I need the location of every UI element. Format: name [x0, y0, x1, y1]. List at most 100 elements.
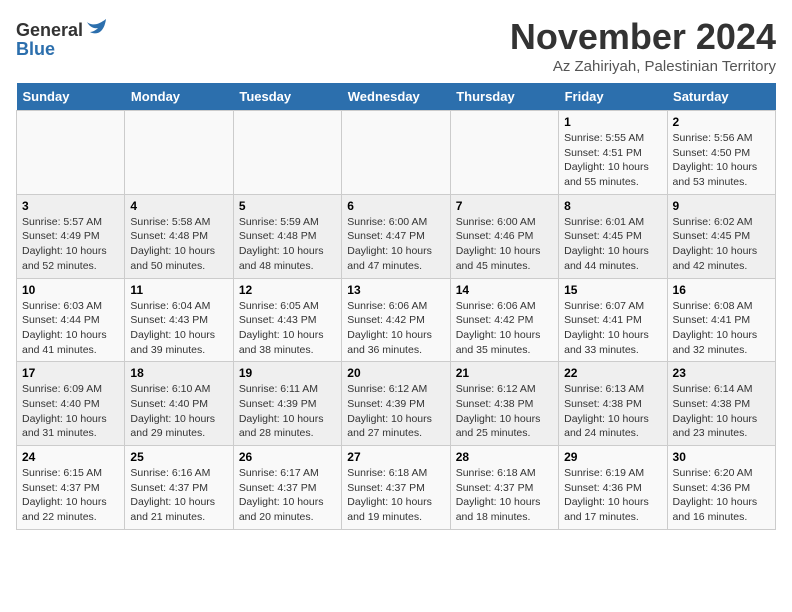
- cell-w5-d6: 29 Sunrise: 6:19 AM Sunset: 4:36 PM Dayli…: [559, 446, 667, 530]
- week-row-2: 3Sunrise: 5:57 AM Sunset: 4:49 PM Daylig…: [17, 194, 776, 278]
- cell-w3-d2: 11 Sunrise: 6:04 AM Sunset: 4:43 PM Dayli…: [125, 278, 233, 362]
- day-number: 29: [564, 450, 661, 464]
- day-info: Sunrise: 6:03 AM Sunset: 4:44 PM Dayligh…: [22, 300, 107, 356]
- day-info: Sunrise: 5:58 AM Sunset: 4:48 PM Dayligh…: [130, 216, 215, 272]
- cell-w1-d4: [342, 111, 450, 195]
- header-thursday: Thursday: [450, 83, 558, 111]
- day-info: Sunrise: 6:15 AM Sunset: 4:37 PM Dayligh…: [22, 467, 107, 523]
- cell-w2-d5: 7 Sunrise: 6:00 AM Sunset: 4:46 PM Daylig…: [450, 194, 558, 278]
- cell-w4-d3: 19Sunrise: 6:11 AM Sunset: 4:39 PM Dayli…: [233, 362, 341, 446]
- day-number: 26: [239, 450, 336, 464]
- header-sunday: Sunday: [17, 83, 125, 111]
- day-info: Sunrise: 6:01 AM Sunset: 4:45 PM Dayligh…: [564, 216, 649, 272]
- day-number: 23: [673, 366, 770, 380]
- day-info: Sunrise: 6:02 AM Sunset: 4:45 PM Dayligh…: [673, 216, 758, 272]
- week-row-1: 1Sunrise: 5:55 AM Sunset: 4:51 PM Daylig…: [17, 111, 776, 195]
- logo-bird-icon: [85, 16, 109, 45]
- day-number: 20: [347, 366, 444, 380]
- day-info: Sunrise: 6:17 AM Sunset: 4:37 PM Dayligh…: [239, 467, 324, 523]
- day-info: Sunrise: 6:07 AM Sunset: 4:41 PM Dayligh…: [564, 300, 649, 356]
- cell-w4-d7: 23 Sunrise: 6:14 AM Sunset: 4:38 PM Dayli…: [667, 362, 775, 446]
- header-saturday: Saturday: [667, 83, 775, 111]
- day-info: Sunrise: 6:10 AM Sunset: 4:40 PM Dayligh…: [130, 383, 215, 439]
- week-row-4: 17 Sunrise: 6:09 AM Sunset: 4:40 PM Dayli…: [17, 362, 776, 446]
- day-info: Sunrise: 6:16 AM Sunset: 4:37 PM Dayligh…: [130, 467, 215, 523]
- day-number: 4: [130, 199, 227, 213]
- cell-w3-d1: 10 Sunrise: 6:03 AM Sunset: 4:44 PM Dayli…: [17, 278, 125, 362]
- cell-w4-d5: 21 Sunrise: 6:12 AM Sunset: 4:38 PM Dayli…: [450, 362, 558, 446]
- month-title: November 2024: [510, 16, 776, 58]
- day-info: Sunrise: 6:06 AM Sunset: 4:42 PM Dayligh…: [456, 300, 541, 356]
- cell-w2-d3: 5 Sunrise: 5:59 AM Sunset: 4:48 PM Daylig…: [233, 194, 341, 278]
- day-info: Sunrise: 6:08 AM Sunset: 4:41 PM Dayligh…: [673, 300, 758, 356]
- header-friday: Friday: [559, 83, 667, 111]
- day-number: 11: [130, 283, 227, 297]
- day-info: Sunrise: 6:13 AM Sunset: 4:38 PM Dayligh…: [564, 383, 649, 439]
- cell-w1-d2: [125, 111, 233, 195]
- cell-w2-d2: 4 Sunrise: 5:58 AM Sunset: 4:48 PM Daylig…: [125, 194, 233, 278]
- day-number: 15: [564, 283, 661, 297]
- cell-w4-d1: 17 Sunrise: 6:09 AM Sunset: 4:40 PM Dayli…: [17, 362, 125, 446]
- day-info: Sunrise: 6:12 AM Sunset: 4:38 PM Dayligh…: [456, 383, 541, 439]
- day-number: 28: [456, 450, 553, 464]
- day-number: 16: [673, 283, 770, 297]
- cell-w3-d5: 14Sunrise: 6:06 AM Sunset: 4:42 PM Dayli…: [450, 278, 558, 362]
- day-info: Sunrise: 6:00 AM Sunset: 4:47 PM Dayligh…: [347, 216, 432, 272]
- header-monday: Monday: [125, 83, 233, 111]
- day-number: 27: [347, 450, 444, 464]
- day-number: 30: [673, 450, 770, 464]
- cell-w4-d2: 18Sunrise: 6:10 AM Sunset: 4:40 PM Dayli…: [125, 362, 233, 446]
- week-row-3: 10 Sunrise: 6:03 AM Sunset: 4:44 PM Dayli…: [17, 278, 776, 362]
- day-info: Sunrise: 6:14 AM Sunset: 4:38 PM Dayligh…: [673, 383, 758, 439]
- cell-w3-d6: 15 Sunrise: 6:07 AM Sunset: 4:41 PM Dayli…: [559, 278, 667, 362]
- cell-w1-d5: [450, 111, 558, 195]
- cell-w5-d4: 27 Sunrise: 6:18 AM Sunset: 4:37 PM Dayli…: [342, 446, 450, 530]
- cell-w2-d6: 8 Sunrise: 6:01 AM Sunset: 4:45 PM Daylig…: [559, 194, 667, 278]
- day-number: 8: [564, 199, 661, 213]
- day-info: Sunrise: 6:19 AM Sunset: 4:36 PM Dayligh…: [564, 467, 649, 523]
- day-number: 17: [22, 366, 119, 380]
- cell-w5-d5: 28 Sunrise: 6:18 AM Sunset: 4:37 PM Dayli…: [450, 446, 558, 530]
- header-wednesday: Wednesday: [342, 83, 450, 111]
- cell-w5-d3: 26 Sunrise: 6:17 AM Sunset: 4:37 PM Dayli…: [233, 446, 341, 530]
- day-info: Sunrise: 6:09 AM Sunset: 4:40 PM Dayligh…: [22, 383, 107, 439]
- header-section: General Blue November 2024 Az Zahiriyah,…: [16, 16, 776, 75]
- day-info: Sunrise: 6:20 AM Sunset: 4:36 PM Dayligh…: [673, 467, 758, 523]
- day-info: Sunrise: 5:55 AM Sunset: 4:51 PM Dayligh…: [564, 132, 649, 188]
- cell-w1-d6: 1Sunrise: 5:55 AM Sunset: 4:51 PM Daylig…: [559, 111, 667, 195]
- day-info: Sunrise: 6:18 AM Sunset: 4:37 PM Dayligh…: [347, 467, 432, 523]
- day-number: 13: [347, 283, 444, 297]
- day-info: Sunrise: 6:18 AM Sunset: 4:37 PM Dayligh…: [456, 467, 541, 523]
- day-number: 9: [673, 199, 770, 213]
- day-info: Sunrise: 5:59 AM Sunset: 4:48 PM Dayligh…: [239, 216, 324, 272]
- day-info: Sunrise: 6:04 AM Sunset: 4:43 PM Dayligh…: [130, 300, 215, 356]
- day-info: Sunrise: 6:00 AM Sunset: 4:46 PM Dayligh…: [456, 216, 541, 272]
- day-info: Sunrise: 6:05 AM Sunset: 4:43 PM Dayligh…: [239, 300, 324, 356]
- day-info: Sunrise: 6:06 AM Sunset: 4:42 PM Dayligh…: [347, 300, 432, 356]
- cell-w3-d7: 16 Sunrise: 6:08 AM Sunset: 4:41 PM Dayli…: [667, 278, 775, 362]
- logo-general: General: [16, 20, 83, 41]
- cell-w5-d7: 30 Sunrise: 6:20 AM Sunset: 4:36 PM Dayli…: [667, 446, 775, 530]
- title-section: November 2024 Az Zahiriyah, Palestinian …: [510, 16, 776, 75]
- day-number: 12: [239, 283, 336, 297]
- day-number: 24: [22, 450, 119, 464]
- cell-w5-d1: 24 Sunrise: 6:15 AM Sunset: 4:37 PM Dayli…: [17, 446, 125, 530]
- day-number: 5: [239, 199, 336, 213]
- cell-w2-d4: 6 Sunrise: 6:00 AM Sunset: 4:47 PM Daylig…: [342, 194, 450, 278]
- cell-w3-d3: 12 Sunrise: 6:05 AM Sunset: 4:43 PM Dayli…: [233, 278, 341, 362]
- day-number: 6: [347, 199, 444, 213]
- cell-w2-d7: 9 Sunrise: 6:02 AM Sunset: 4:45 PM Daylig…: [667, 194, 775, 278]
- day-info: Sunrise: 5:57 AM Sunset: 4:49 PM Dayligh…: [22, 216, 107, 272]
- day-number: 19: [239, 366, 336, 380]
- week-row-5: 24 Sunrise: 6:15 AM Sunset: 4:37 PM Dayli…: [17, 446, 776, 530]
- cell-w1-d7: 2Sunrise: 5:56 AM Sunset: 4:50 PM Daylig…: [667, 111, 775, 195]
- day-info: Sunrise: 5:56 AM Sunset: 4:50 PM Dayligh…: [673, 132, 758, 188]
- cell-w1-d1: [17, 111, 125, 195]
- cell-w4-d4: 20Sunrise: 6:12 AM Sunset: 4:39 PM Dayli…: [342, 362, 450, 446]
- logo: General Blue: [16, 16, 109, 60]
- cell-w5-d2: 25Sunrise: 6:16 AM Sunset: 4:37 PM Dayli…: [125, 446, 233, 530]
- logo-blue: Blue: [16, 39, 55, 60]
- day-number: 10: [22, 283, 119, 297]
- day-number: 7: [456, 199, 553, 213]
- day-number: 21: [456, 366, 553, 380]
